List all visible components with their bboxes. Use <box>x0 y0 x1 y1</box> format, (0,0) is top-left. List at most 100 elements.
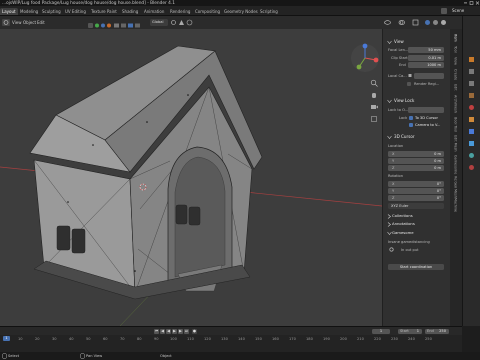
local-camera-field[interactable] <box>414 73 444 79</box>
scene-icon[interactable] <box>440 7 448 15</box>
tab-uv-editing[interactable]: UV Editing <box>63 8 88 15</box>
sidebar-tab-meshmachine[interactable]: MeshMachine <box>454 189 458 212</box>
chevron-down-icon[interactable] <box>387 135 392 140</box>
3d-cursor-section-header[interactable]: 3D Cursor <box>394 134 415 139</box>
chevron-down-icon[interactable] <box>387 40 392 45</box>
output-properties-icon[interactable] <box>468 80 475 87</box>
viewport-shading-icons[interactable] <box>88 22 146 29</box>
menu-edit[interactable]: Edit <box>37 20 45 25</box>
world-properties-icon[interactable] <box>468 104 475 111</box>
jump-start-button[interactable]: ⏮ <box>154 329 159 334</box>
tab-scripting[interactable]: Scripting <box>258 8 280 15</box>
tab-sculpting[interactable]: Sculpting <box>40 8 63 15</box>
timeline[interactable]: ⏮ ◀ ◀ ▶ ▶ ⏭ ● 1 Start 1 End 250 1 10 20 30… <box>0 326 462 353</box>
modifier-properties-icon[interactable] <box>468 128 475 135</box>
shading-material-icon[interactable] <box>432 19 439 26</box>
sidebar-tab-bool-tool[interactable]: Bool Tool <box>454 117 458 132</box>
tab-compositing[interactable]: Compositing <box>193 8 222 15</box>
chevron-down-icon[interactable] <box>387 99 392 104</box>
next-keyframe-button[interactable]: ▶ <box>178 329 183 334</box>
tool-properties-icon[interactable] <box>468 56 475 63</box>
view-lock-section-header[interactable]: View Lock <box>394 98 414 103</box>
gamesome-section-header[interactable]: Gamesome <box>392 230 414 235</box>
zoom-icon[interactable] <box>370 79 378 87</box>
material-properties-icon[interactable] <box>468 164 475 171</box>
render-properties-icon[interactable] <box>468 68 475 75</box>
tab-geometry-nodes[interactable]: Geometry Nodes <box>222 8 260 15</box>
focal-length-field[interactable]: 50 mm <box>408 47 444 53</box>
collections-section-header[interactable]: Collections <box>392 213 413 218</box>
particle-properties-icon[interactable] <box>468 140 475 147</box>
pan-hand-icon[interactable] <box>370 91 378 99</box>
render-region-checkbox[interactable] <box>407 82 411 86</box>
menu-object[interactable]: Object <box>23 20 36 25</box>
clip-start-label: Clip Start <box>391 56 408 60</box>
view-section-header[interactable]: View <box>394 39 404 44</box>
end-frame-field[interactable]: End 250 <box>425 329 449 334</box>
lock-to-object-field[interactable] <box>408 107 444 113</box>
scene-label[interactable]: Scene <box>452 8 464 13</box>
tick-label: 120 <box>204 337 211 341</box>
physics-properties-icon[interactable] <box>468 152 475 159</box>
tick-label: 70 <box>120 337 125 341</box>
rotation-mode-dropdown[interactable]: XYZ Euler <box>388 203 444 209</box>
tab-modeling[interactable]: Modeling <box>18 8 40 15</box>
object-properties-icon[interactable] <box>468 116 475 123</box>
rotation-x-field[interactable]: X 0° <box>388 181 444 187</box>
tick-label: 130 <box>221 337 228 341</box>
lock-to-cursor-checkbox[interactable] <box>409 116 413 120</box>
proportional-editing-icon[interactable] <box>186 19 193 26</box>
start-coordination-button[interactable]: Start coordination <box>388 264 444 270</box>
perspective-toggle-icon[interactable] <box>370 115 378 123</box>
sidebar-tab-edit[interactable]: Edit <box>454 84 458 91</box>
sidebar-tab-tool[interactable]: Tool <box>454 46 458 53</box>
xray-icon[interactable] <box>412 19 419 26</box>
tab-rendering[interactable]: Rendering <box>168 8 192 15</box>
sidebar-tab-create[interactable]: Create <box>454 69 458 80</box>
tab-texture-paint[interactable]: Texture Paint <box>89 8 119 15</box>
location-z-field[interactable]: Z0 m <box>388 165 444 171</box>
sidebar-tab-gamesome[interactable]: Gamesome <box>454 155 458 174</box>
play-button[interactable]: ▶ <box>172 329 177 334</box>
shading-rendered-icon[interactable] <box>440 19 447 26</box>
prev-keyframe-button[interactable]: ◀ <box>160 329 165 334</box>
editor-type-icon[interactable] <box>2 19 10 26</box>
lock-camera-label: Camera to V... <box>415 123 441 127</box>
clip-end-field[interactable]: 1000 m <box>408 62 444 68</box>
clip-start-field[interactable]: 0.01 m <box>408 55 444 61</box>
camera-view-icon[interactable] <box>370 103 378 111</box>
tab-layout[interactable]: Layout <box>0 8 18 15</box>
snap-icon[interactable] <box>178 19 185 26</box>
visibility-icon[interactable] <box>384 19 391 26</box>
start-frame-field[interactable]: Start 1 <box>398 329 422 334</box>
gear-icon[interactable] <box>389 247 394 252</box>
sidebar-tab-view[interactable]: View <box>454 57 458 65</box>
record-button[interactable]: ● <box>192 329 197 334</box>
viewport-scene[interactable] <box>0 29 382 326</box>
tab-shading[interactable]: Shading <box>120 8 140 15</box>
scene-properties-icon[interactable] <box>468 92 475 99</box>
overlays-icon[interactable] <box>398 19 405 26</box>
sidebar-tab-edit-mesh[interactable]: Edit Mesh <box>454 135 458 152</box>
sidebar-tab-archimesh[interactable]: Archimesh <box>454 95 458 113</box>
sidebar-tab-regen[interactable]: Re:Gen <box>454 176 458 188</box>
location-y-field[interactable]: Y0 m <box>388 158 444 164</box>
current-frame-field[interactable]: 1 <box>372 329 390 334</box>
playhead[interactable]: 1 <box>3 336 10 341</box>
menu-view[interactable]: View <box>12 20 22 25</box>
lock-camera-checkbox[interactable] <box>409 123 413 127</box>
shading-solid-icon[interactable] <box>424 19 431 26</box>
rotation-y-field[interactable]: Y 0° <box>388 188 444 194</box>
tick-label: 240 <box>408 337 415 341</box>
play-reverse-button[interactable]: ◀ <box>166 329 171 334</box>
transform-orientation-dropdown[interactable]: Global <box>150 18 168 26</box>
location-x-field[interactable]: X0 m <box>388 151 444 157</box>
annotations-section-header[interactable]: Annotations <box>392 221 415 226</box>
rotation-z-field[interactable]: Z 0° <box>388 195 444 201</box>
3d-viewport[interactable] <box>0 29 382 326</box>
jump-end-button[interactable]: ⏭ <box>184 329 189 334</box>
pivot-icon[interactable] <box>170 19 177 26</box>
navigation-gizmo[interactable] <box>350 43 380 73</box>
tab-animation[interactable]: Animation <box>142 8 166 15</box>
sidebar-tab-item[interactable]: Item <box>454 34 458 42</box>
